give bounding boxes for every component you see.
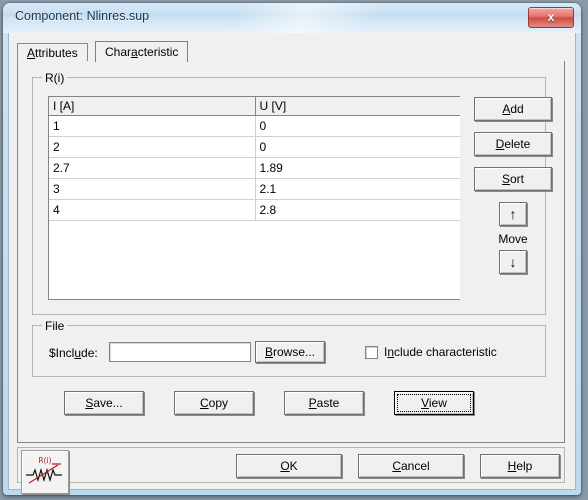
group-characteristic: R(i) I [A] U [V] 1 0 2 0 2.7 1.89 3 2.1 … [32,71,552,315]
cell-current[interactable]: 2.7 [49,157,256,179]
browse-button-accel: B [264,345,273,359]
column-header-voltage[interactable]: U [V] [255,97,460,116]
help-button[interactable]: Help [480,454,560,478]
arrow-down-icon: ↓ [509,254,517,270]
cell-current[interactable]: 2 [49,136,256,158]
include-characteristic-checkbox-row[interactable]: Include characteristic [365,345,497,359]
paste-button[interactable]: Paste [284,391,364,415]
dialog-bottom-bar: R(i) OK Cancel Help [17,447,565,494]
sort-button[interactable]: Sort [474,167,552,191]
characteristic-table: I [A] U [V] 1 0 2 0 2.7 1.89 3 2.1 4 2.8 [49,97,460,221]
ok-button-accel: O [280,459,290,473]
delete-button-accel: D [495,137,505,151]
table-header-row: I [A] U [V] [49,97,460,116]
cancel-button[interactable]: Cancel [358,454,464,478]
arrow-up-icon: ↑ [509,206,517,222]
table-row[interactable]: 4 2.8 [49,199,460,221]
cancel-button-label: ancel [400,459,430,473]
view-button-label: iew [428,396,447,410]
include-characteristic-checkbox[interactable] [365,345,378,359]
close-button[interactable]: x [528,7,574,28]
tab-attributes-label: ttributes [35,46,78,60]
table-row[interactable]: 3 2.1 [49,178,460,200]
include-label: $Include: [49,346,98,360]
cell-current[interactable]: 3 [49,178,256,200]
include-label-post: de: [81,346,98,360]
add-button-label: dd [510,102,524,116]
include-characteristic-label: Include characteristic [384,345,497,359]
tab-attributes-accel: A [27,46,36,60]
move-label: Move [498,232,528,246]
cancel-button-accel: C [392,459,401,473]
include-label-pre: $Incl [49,346,75,360]
view-button[interactable]: View [394,391,474,415]
table-row[interactable]: 2 0 [49,136,460,158]
cell-current[interactable]: 4 [49,199,256,221]
table-row[interactable]: 1 0 [49,115,460,137]
group-characteristic-title: R(i) [42,71,68,85]
title-bar[interactable]: Component: Nlinres.sup x [3,3,581,33]
browse-button-label: rowse... [273,345,316,359]
group-file-title: File [42,319,68,333]
tab-characteristic-accel: a [131,45,138,59]
dialog-client-area: Attributes Characteristic R(i) I [A] U [… [8,33,576,494]
icon-label: R(i) [38,456,51,465]
cell-voltage[interactable]: 2.8 [255,199,460,221]
tab-characteristic-label-post: cteristic [137,45,179,59]
add-button[interactable]: Add [474,97,552,121]
ok-button-label: K [289,459,298,473]
ok-button[interactable]: OK [236,454,342,478]
paste-button-label: aste [316,396,340,410]
table-row[interactable]: 2.7 1.89 [49,157,460,179]
move-up-button[interactable]: ↑ [499,202,527,226]
cell-voltage[interactable]: 0 [255,115,460,137]
tab-panel-characteristic: R(i) I [A] U [V] 1 0 2 0 2.7 1.89 3 2.1 … [17,61,565,443]
tab-characteristic-label-pre: Char [105,45,132,59]
cell-voltage[interactable]: 0 [255,136,460,158]
tab-strip: Attributes Characteristic [17,41,565,62]
copy-button-accel: C [199,396,209,410]
cell-current[interactable]: 1 [49,115,256,137]
view-button-accel: V [421,396,429,410]
tab-attributes[interactable]: Attributes [17,43,88,62]
copy-button-label: opy [208,396,229,410]
nonlinear-resistor-icon[interactable]: R(i) [21,450,69,494]
tab-characteristic[interactable]: Characteristic [95,41,189,62]
move-down-button[interactable]: ↓ [499,250,527,274]
dialog-window: Component: Nlinres.sup x Attributes Char… [3,3,581,495]
sort-button-label: ort [510,172,525,186]
window-title: Component: Nlinres.sup [15,9,150,23]
characteristic-table-container[interactable]: I [A] U [V] 1 0 2 0 2.7 1.89 3 2.1 4 2.8 [48,96,460,300]
delete-button-label: elete [504,137,531,151]
cell-voltage[interactable]: 2.1 [255,178,460,200]
include-input[interactable] [109,342,251,362]
sort-button-accel: S [501,172,510,186]
delete-button[interactable]: Delete [474,132,552,156]
close-icon: x [547,10,555,24]
cell-voltage[interactable]: 1.89 [255,157,460,179]
save-button-label: ave... [93,396,123,410]
copy-button[interactable]: Copy [174,391,254,415]
save-button[interactable]: Save... [64,391,144,415]
nonlinear-resistor-symbol: R(i) [26,456,62,484]
chk-label-post: clude characteristic [394,345,497,359]
group-file: File $Include: Browse... Include charact… [32,319,546,377]
browse-button[interactable]: Browse... [255,341,325,363]
column-header-current[interactable]: I [A] [49,97,256,116]
paste-button-accel: P [308,396,317,410]
help-button-label: elp [516,459,533,473]
